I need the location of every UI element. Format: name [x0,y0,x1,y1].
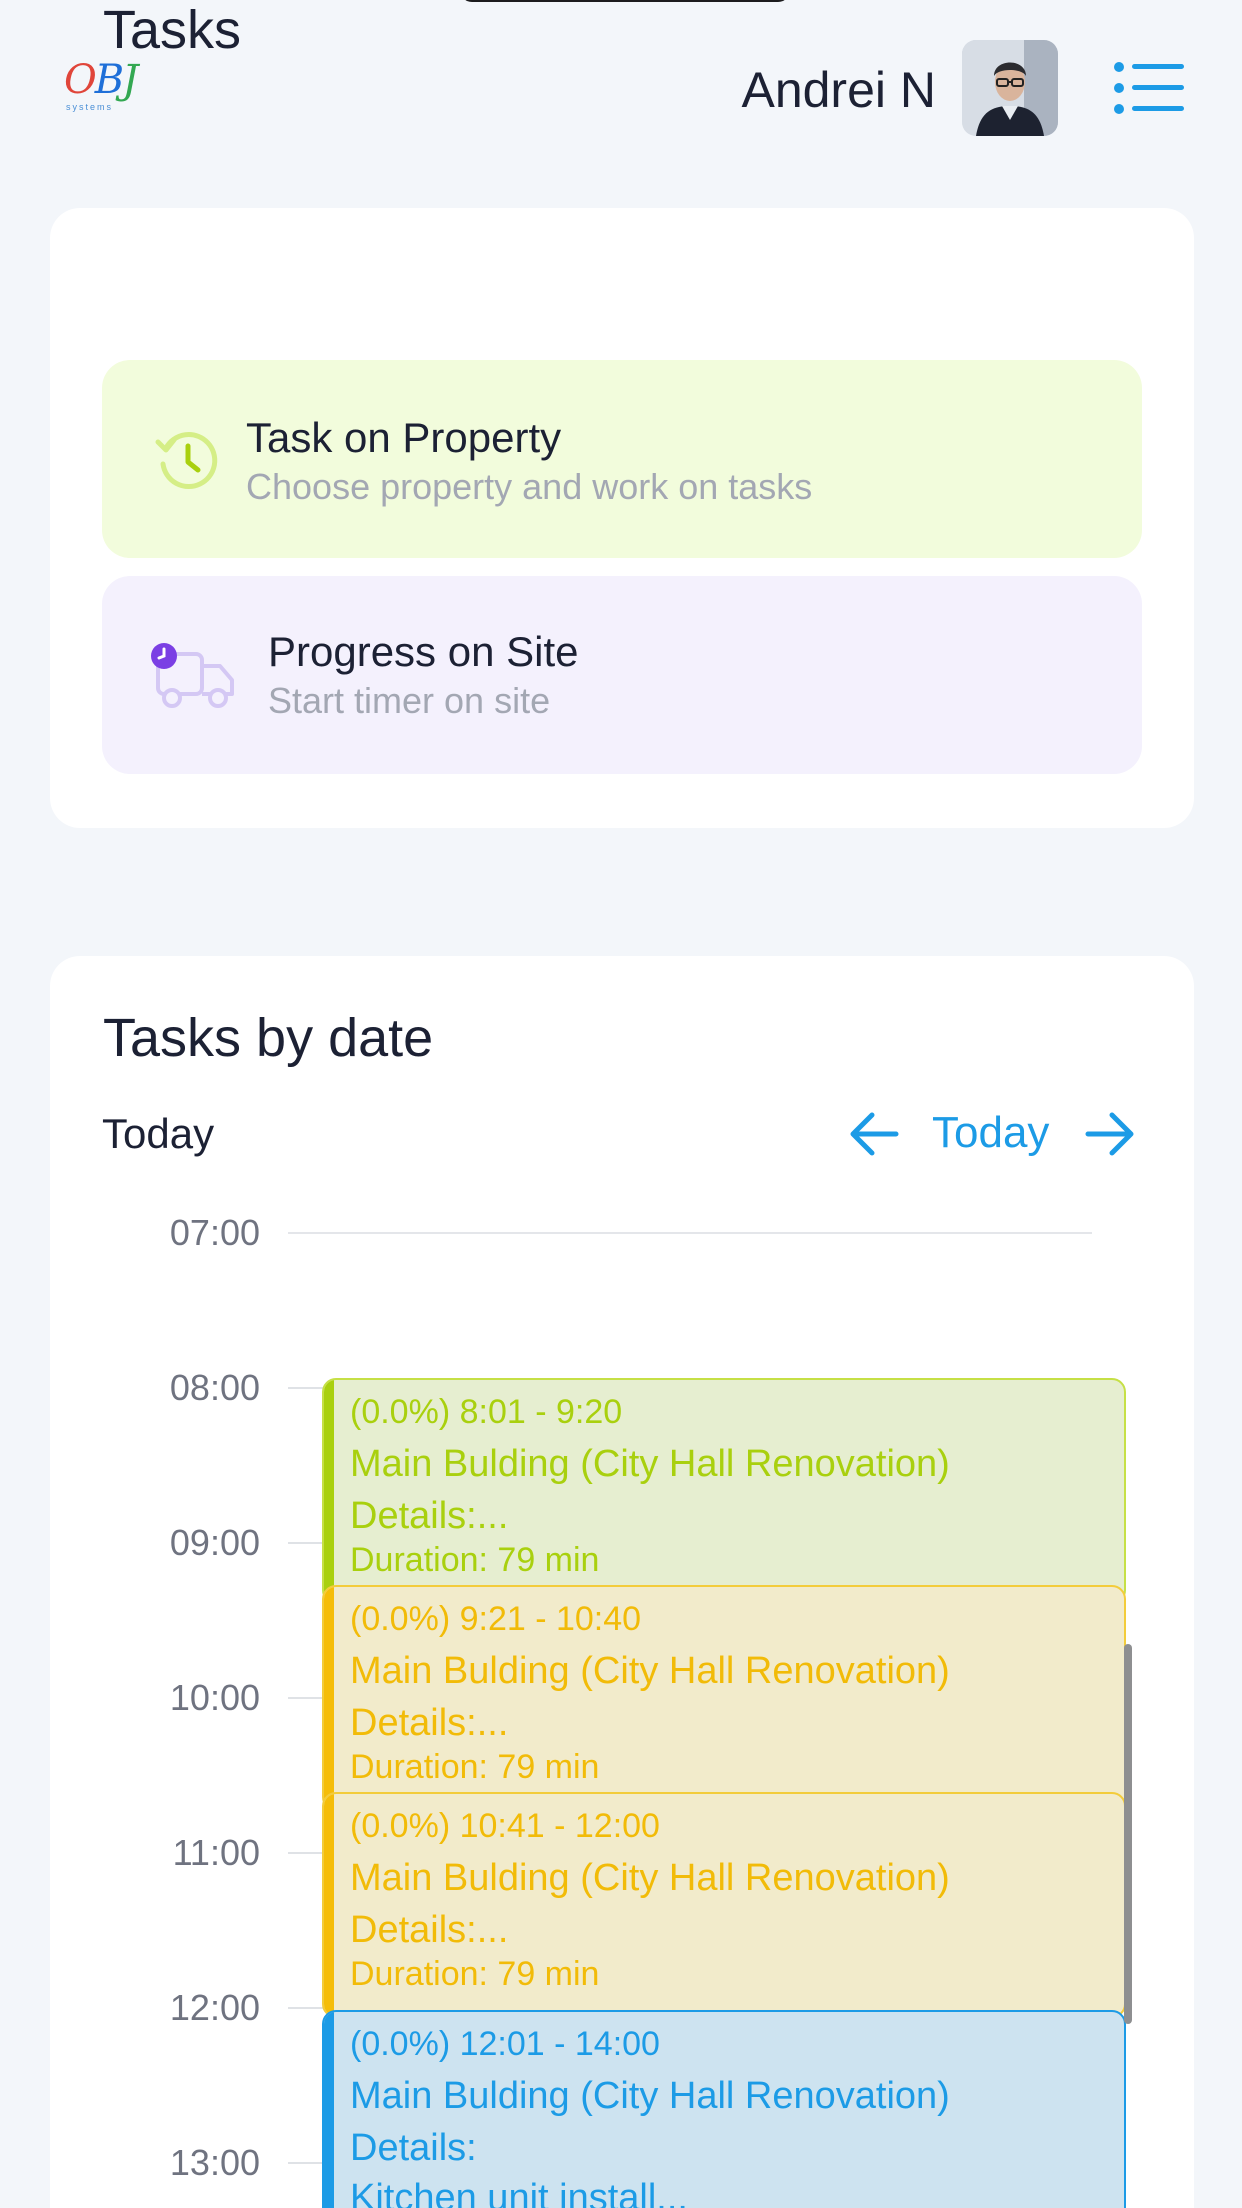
hour-tick [288,2007,324,2009]
event-title: Main Bulding (City Hall Renovation) [350,2075,950,2117]
schedule-event[interactable]: (0.0%) 9:21 - 10:40 Main Bulding (City H… [322,1585,1126,1811]
hour-tick [288,1852,324,1854]
scrollbar[interactable] [1124,1644,1132,2024]
event-color-bar [324,1794,334,2016]
progress-on-site-title: Progress on Site [268,628,579,675]
schedule-event[interactable]: (0.0%) 12:01 - 14:00 Main Bulding (City … [322,2010,1126,2208]
user-name[interactable]: Andrei N [741,62,936,118]
event-details: Details:... [350,1702,509,1744]
hour-label: 09:00 [169,1522,260,1563]
truck-timer-icon [150,642,238,712]
event-time: (0.0%) 8:01 - 9:20 [350,1393,623,1431]
task-on-property-subtitle: Choose property and work on tasks [246,466,813,507]
event-description: Kitchen unit install... [350,2177,688,2208]
event-title: Main Bulding (City Hall Renovation) [350,1857,950,1899]
hour-tick [288,1697,324,1699]
hour-label: 11:00 [172,1832,260,1873]
event-title: Main Bulding (City Hall Renovation) [350,1650,950,1692]
event-duration: Duration: 79 min [350,1955,600,1993]
arrow-left-icon[interactable] [846,1106,902,1162]
hour-tick [288,1542,324,1544]
tasks-by-date-title: Tasks by date [103,1008,434,1068]
tasks-title: Tasks [103,0,242,60]
event-color-bar [324,2012,334,2208]
list-icon[interactable] [1112,58,1186,118]
clock-history-icon [154,426,220,492]
progress-on-site-button[interactable]: Progress on Site Start timer on site [102,576,1142,774]
hour-label: 08:00 [169,1367,260,1408]
event-title: Main Bulding (City Hall Renovation) [350,1443,950,1485]
hour-label: 07:00 [169,1212,260,1253]
event-duration: Duration: 79 min [350,1748,600,1786]
progress-on-site-subtitle: Start timer on site [268,680,551,721]
event-details: Details: [350,2127,477,2169]
event-details: Details:... [350,1909,509,1951]
hour-gridline [288,1232,1092,1234]
today-button[interactable]: Today [932,1108,1049,1158]
hour-label: 10:00 [169,1677,260,1718]
company-logo: OBJ systems [64,57,138,112]
task-on-property-button[interactable]: Task on Property Choose property and wor… [102,360,1142,558]
event-color-bar [324,1380,334,1602]
event-details: Details:... [350,1495,509,1537]
hour-label: 13:00 [169,2142,260,2183]
schedule-event[interactable]: (0.0%) 10:41 - 12:00 Main Bulding (City … [322,1792,1126,2018]
current-date-label: Today [102,1110,215,1157]
arrow-right-icon[interactable] [1082,1106,1138,1162]
avatar[interactable] [962,40,1058,136]
event-time: (0.0%) 10:41 - 12:00 [350,1807,660,1845]
task-on-property-title: Task on Property [246,414,562,461]
hour-label: 12:00 [169,1987,260,2028]
event-color-bar [324,1587,334,1809]
hour-tick [288,1387,324,1389]
event-duration: Duration: 79 min [350,1541,600,1579]
schedule-event[interactable]: (0.0%) 8:01 - 9:20 Main Bulding (City Ha… [322,1378,1126,1604]
event-time: (0.0%) 12:01 - 14:00 [350,2025,660,2063]
event-time: (0.0%) 9:21 - 10:40 [350,1600,642,1638]
hour-tick [288,2162,324,2164]
